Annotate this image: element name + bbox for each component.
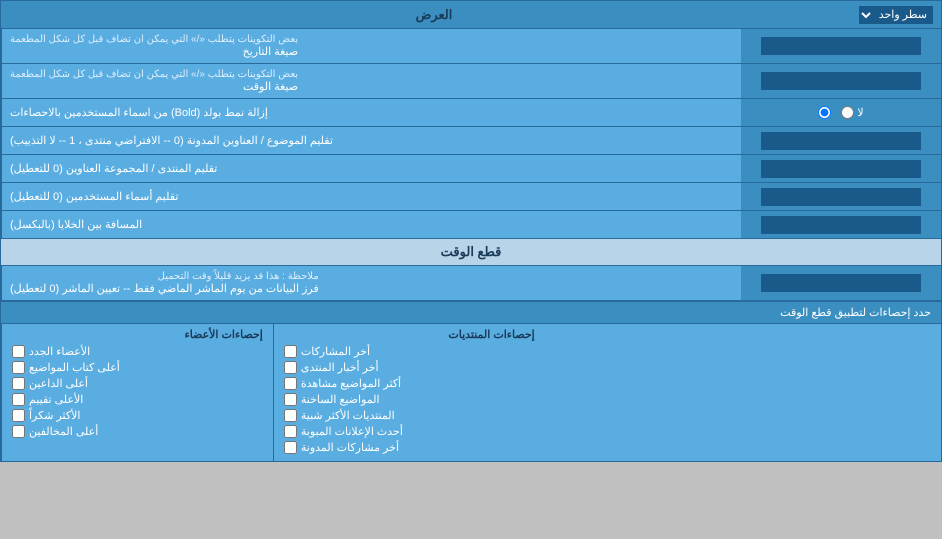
col2-item-0: أخر المشاركات: [284, 345, 535, 358]
users-order-input[interactable]: 0: [761, 188, 921, 206]
col1-item-2: أعلى الداعين: [12, 377, 263, 390]
col2-checkbox-4[interactable]: [284, 409, 297, 422]
time-format-input-wrapper: H:i: [741, 64, 941, 98]
col1-header: إحصاءات الأعضاء: [12, 328, 263, 341]
cutoff-label-line2: ملاحظة : هذا قد يزيد قليلاً وقت التحميل: [10, 271, 319, 282]
col2-checkbox-6[interactable]: [284, 441, 297, 454]
col1-checkbox-3[interactable]: [12, 393, 25, 406]
col2-item-1: أخر أخبار المنتدى: [284, 361, 535, 374]
date-format-label: بعض التكوينات يتطلب «/» التي يمكن ان تضا…: [1, 29, 741, 63]
main-container: سطر واحدسطرينثلاثة أسطر العرض d-m بعض ال…: [0, 0, 942, 462]
col2-item-6: أخر مشاركات المدونة: [284, 441, 535, 454]
cutoff-row: 0 ملاحظة : هذا قد يزيد قليلاً وقت التحمي…: [1, 266, 941, 301]
col1-item-5: أعلى المخالفين: [12, 425, 263, 438]
display-select[interactable]: سطر واحدسطرينثلاثة أسطر: [859, 6, 933, 24]
users-order-row: 0 تقليم أسماء المستخدمين (0 للتعطيل): [1, 183, 941, 211]
radio-no-label: لا: [841, 106, 863, 119]
radio-yes-label: [818, 106, 831, 119]
col2-checkbox-2[interactable]: [284, 377, 297, 390]
col2-header: إحصاءات المنتديات: [284, 328, 535, 341]
forum-order-input[interactable]: 33: [761, 160, 921, 178]
forum-order-label: تقليم المنتدى / المجموعة العناوين (0 للت…: [1, 155, 741, 182]
select-wrapper: سطر واحدسطرينثلاثة أسطر: [859, 6, 933, 24]
col1-item-4: الأكثر شكراً: [12, 409, 263, 422]
bottom-section: حدد إحصاءات لتطبيق قطع الوقت إحصاءات الأ…: [1, 301, 941, 461]
bold-remove-row: لا إزالة نمط بولد (Bold) من اسماء المستخ…: [1, 99, 941, 127]
time-format-input[interactable]: H:i: [761, 72, 921, 90]
forum-order-input-wrapper: 33: [741, 155, 941, 182]
date-format-input-wrapper: d-m: [741, 29, 941, 63]
time-format-label: بعض التكوينات يتطلب «/» التي يمكن ان تضا…: [1, 64, 741, 98]
time-format-label-line1: صيغة الوقت: [10, 80, 298, 93]
col2-checkbox-3[interactable]: [284, 393, 297, 406]
forum-order-row: 33 تقليم المنتدى / المجموعة العناوين (0 …: [1, 155, 941, 183]
col1-checkbox-0[interactable]: [12, 345, 25, 358]
time-format-label-line2: بعض التكوينات يتطلب «/» التي يمكن ان تضا…: [10, 69, 298, 80]
radio-no-input[interactable]: [841, 106, 854, 119]
col1-checkbox-4[interactable]: [12, 409, 25, 422]
col2: إحصاءات المنتديات أخر المشاركات أخر أخبا…: [273, 324, 545, 461]
cutoff-input-wrapper: 0: [741, 266, 941, 300]
col2-item-4: المنتديات الأكثر شبية: [284, 409, 535, 422]
col2-checkbox-1[interactable]: [284, 361, 297, 374]
cutoff-input[interactable]: 0: [761, 274, 921, 292]
col1: إحصاءات الأعضاء الأعضاء الجدد أعلى كتاب …: [1, 324, 273, 461]
col3: [545, 324, 941, 461]
col2-checkbox-5[interactable]: [284, 425, 297, 438]
cutoff-label-line1: فرز البيانات من يوم الماشر الماضي فقط --…: [10, 282, 319, 295]
bold-remove-label: إزالة نمط بولد (Bold) من اسماء المستخدمي…: [1, 99, 741, 126]
bold-radio-container: لا: [741, 99, 941, 126]
topics-order-input[interactable]: 33: [761, 132, 921, 150]
date-format-label-line2: بعض التكوينات يتطلب «/» التي يمكن ان تضا…: [10, 34, 298, 45]
cutoff-section-header: قطع الوقت: [1, 239, 941, 266]
col2-item-3: المواضيع الساخنة: [284, 393, 535, 406]
time-format-row: H:i بعض التكوينات يتطلب «/» التي يمكن ان…: [1, 64, 941, 99]
col2-item-5: أحدث الإعلانات المبوبة: [284, 425, 535, 438]
header-row: سطر واحدسطرينثلاثة أسطر العرض: [1, 1, 941, 29]
bottom-header-text: حدد إحصاءات لتطبيق قطع الوقت: [780, 307, 931, 319]
col2-checkbox-0[interactable]: [284, 345, 297, 358]
date-format-input[interactable]: d-m: [761, 37, 921, 55]
header-title: العرض: [9, 7, 859, 23]
users-order-label: تقليم أسماء المستخدمين (0 للتعطيل): [1, 183, 741, 210]
date-format-row: d-m بعض التكوينات يتطلب «/» التي يمكن ان…: [1, 29, 941, 64]
col1-checkbox-1[interactable]: [12, 361, 25, 374]
date-format-label-line1: صيغة التاريخ: [10, 45, 298, 58]
col1-item-0: الأعضاء الجدد: [12, 345, 263, 358]
col1-item-3: الأعلى تقييم: [12, 393, 263, 406]
col1-checkbox-2[interactable]: [12, 377, 25, 390]
bottom-header: حدد إحصاءات لتطبيق قطع الوقت: [1, 302, 941, 324]
users-order-input-wrapper: 0: [741, 183, 941, 210]
col2-item-2: أكثر المواضيع مشاهدة: [284, 377, 535, 390]
radio-no-text: لا: [857, 106, 863, 119]
topics-order-label: تقليم الموضوع / العناوين المدونة (0 -- ا…: [1, 127, 741, 154]
cell-spacing-label: المسافة بين الخلايا (بالبكسل): [1, 211, 741, 238]
cell-spacing-input[interactable]: 2: [761, 216, 921, 234]
cutoff-label: ملاحظة : هذا قد يزيد قليلاً وقت التحميل …: [1, 266, 741, 300]
checkbox-columns: إحصاءات الأعضاء الأعضاء الجدد أعلى كتاب …: [1, 324, 941, 461]
col1-item-1: أعلى كتاب المواضيع: [12, 361, 263, 374]
cutoff-title: قطع الوقت: [441, 244, 502, 259]
topics-order-row: 33 تقليم الموضوع / العناوين المدونة (0 -…: [1, 127, 941, 155]
cell-spacing-row: 2 المسافة بين الخلايا (بالبكسل): [1, 211, 941, 239]
topics-order-input-wrapper: 33: [741, 127, 941, 154]
cell-spacing-input-wrapper: 2: [741, 211, 941, 238]
col1-checkbox-5[interactable]: [12, 425, 25, 438]
radio-yes-input[interactable]: [818, 106, 831, 119]
